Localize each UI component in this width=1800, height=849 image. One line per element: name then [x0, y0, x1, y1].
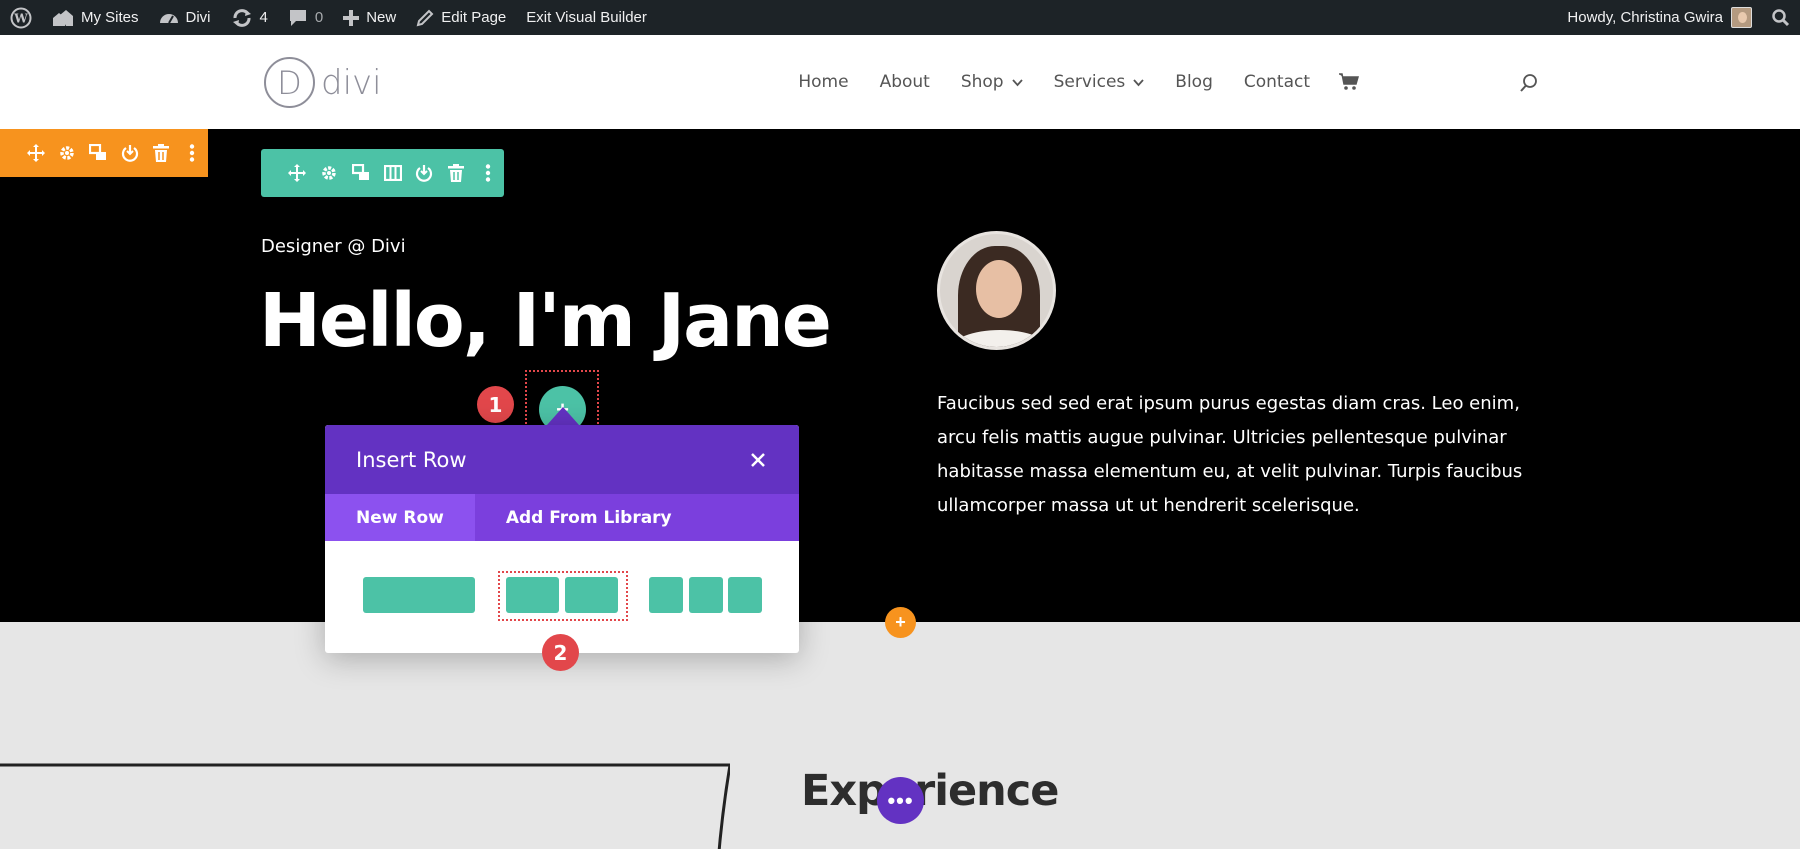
svg-text:W: W [13, 11, 28, 25]
callout-badge: 1 [477, 386, 514, 423]
move-icon[interactable] [281, 149, 313, 197]
site-logo[interactable]: D divi [264, 57, 382, 108]
chevron-down-icon [1133, 72, 1144, 92]
add-section-button[interactable]: + [885, 607, 916, 638]
move-icon[interactable] [20, 129, 51, 177]
section-toolbar [0, 129, 208, 177]
nav-item-blog[interactable]: Blog [1175, 72, 1213, 92]
layout-column [728, 577, 762, 613]
decorative-shape [0, 763, 730, 849]
my-sites-menu[interactable]: My Sites [42, 0, 149, 35]
site-header: D divi Home About Shop Services Blog Con… [0, 35, 1800, 129]
search-icon [1772, 8, 1790, 27]
tab-add-from-library[interactable]: Add From Library [475, 494, 703, 541]
nav-item-label: Blog [1175, 72, 1213, 92]
greeting-label: Howdy, Christina Gwira [1567, 9, 1723, 26]
trash-icon[interactable] [440, 149, 472, 197]
duplicate-icon[interactable] [345, 149, 377, 197]
highlight-box [498, 571, 628, 621]
cart-icon[interactable] [1338, 73, 1360, 91]
close-icon[interactable] [747, 449, 769, 471]
comment-icon [288, 9, 308, 27]
logo-mark: D [264, 57, 315, 108]
chevron-down-icon [1011, 72, 1023, 92]
nav-item-label: About [879, 72, 930, 92]
callout-badge: 2 [542, 634, 579, 671]
row-toolbar [261, 149, 504, 197]
edit-page-label: Edit Page [441, 9, 507, 26]
edit-page-link[interactable]: Edit Page [406, 0, 516, 35]
more-options-icon[interactable] [472, 149, 504, 197]
logo-text: divi [321, 62, 382, 103]
nav-item-label: Contact [1243, 72, 1310, 92]
wordpress-logo-icon[interactable]: W [0, 0, 42, 35]
nav-item-label: Home [798, 72, 849, 92]
updates-icon [231, 8, 253, 28]
hero-body-text: Faucibus sed sed erat ipsum purus egesta… [937, 393, 1523, 516]
nav-item-shop[interactable]: Shop [961, 72, 1023, 92]
columns-icon[interactable] [377, 149, 409, 197]
avatar [1731, 7, 1752, 28]
layout-column [363, 577, 475, 613]
hero-section[interactable] [0, 129, 1800, 622]
save-to-library-icon[interactable] [408, 149, 440, 197]
hero-title: Hello, I'm Jane [259, 278, 832, 364]
comments-count: 0 [314, 9, 324, 26]
section-heading: Experience [801, 766, 1059, 816]
builder-settings-button[interactable]: ••• [877, 777, 924, 824]
main-nav: Home About Shop Services Blog Contact [767, 35, 1360, 129]
search-icon[interactable] [1519, 73, 1539, 98]
account-menu[interactable]: Howdy, Christina Gwira [1557, 0, 1762, 35]
dashboard-icon [159, 9, 179, 27]
nav-item-about[interactable]: About [880, 72, 930, 92]
settings-gear-icon[interactable] [51, 129, 82, 177]
my-sites-icon [52, 9, 74, 27]
updates-count: 4 [259, 9, 268, 26]
nav-item-contact[interactable]: Contact [1244, 72, 1310, 92]
nav-item-label: Services [1053, 72, 1126, 92]
modal-header: Insert Row [325, 425, 799, 494]
new-label: New [366, 9, 397, 26]
save-to-library-icon[interactable] [114, 129, 145, 177]
nav-item-services[interactable]: Services [1054, 72, 1145, 92]
profile-photo [937, 231, 1056, 350]
more-options-icon[interactable] [177, 129, 208, 177]
settings-gear-icon[interactable] [313, 149, 345, 197]
site-name-menu[interactable]: Divi [149, 0, 221, 35]
modal-title: Insert Row [356, 447, 467, 472]
nav-item-home[interactable]: Home [798, 72, 848, 92]
my-sites-label: My Sites [81, 9, 139, 26]
plus-icon [343, 9, 360, 26]
nav-item-label: Shop [960, 72, 1004, 92]
tab-new-row[interactable]: New Row [325, 494, 475, 541]
exit-visual-builder-link[interactable]: Exit Visual Builder [516, 0, 657, 35]
duplicate-icon[interactable] [83, 129, 114, 177]
layout-column [689, 577, 723, 613]
modal-pointer [547, 407, 579, 425]
site-name-label: Divi [185, 9, 211, 26]
new-content-menu[interactable]: New [333, 0, 406, 35]
admin-bar: W My Sites Divi 4 0 New Edit Page Exit V… [0, 0, 1800, 35]
updates-menu[interactable]: 4 [221, 0, 278, 35]
modal-tabs: New Row Add From Library [325, 494, 799, 541]
layout-column [649, 577, 683, 613]
hero-subtitle: Designer @ Divi [261, 236, 406, 257]
admin-search-button[interactable] [1762, 0, 1800, 35]
comments-menu[interactable]: 0 [278, 0, 333, 35]
trash-icon[interactable] [145, 129, 176, 177]
exit-visual-builder-label: Exit Visual Builder [526, 9, 647, 26]
pencil-icon [416, 9, 434, 27]
